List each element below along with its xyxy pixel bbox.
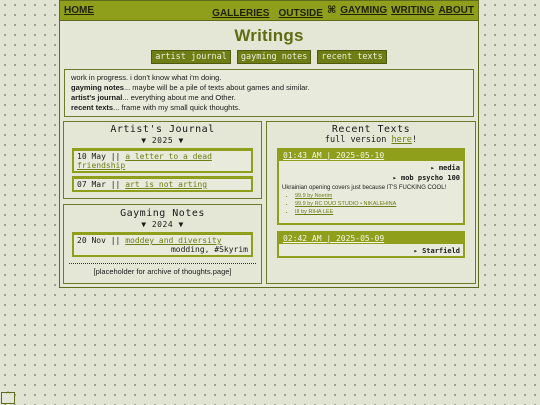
- tab-artist-journal[interactable]: artist journal: [151, 50, 231, 64]
- section-tabs: artist journal gayming notes recent text…: [60, 50, 478, 64]
- entry-link[interactable]: art is not arting: [125, 180, 207, 189]
- tab-recent-texts[interactable]: recent texts: [317, 50, 387, 64]
- intro-label: gayming notes: [71, 83, 124, 92]
- artists-journal-panel: Artist's Journal ▼ 2025 ▼ 10 May || a le…: [63, 121, 262, 199]
- recent-post: 01:43 AM | 2025-05-10 ▸ media ▸ mob psyc…: [277, 148, 465, 225]
- post-link[interactable]: III by RIHA LEE: [295, 209, 333, 215]
- nav-galleries[interactable]: GALLERIES: [212, 8, 269, 19]
- post-body: Ukrainian opening covers just because IT…: [282, 185, 447, 191]
- nav-outside[interactable]: OUTSIDE: [279, 8, 323, 19]
- intro-label: recent texts: [71, 103, 114, 112]
- panel-title: Recent Texts: [331, 124, 411, 135]
- intro-text: ... everything about me and Other.: [122, 93, 236, 102]
- placeholder-note: [placeholder for archive of thoughts.pag…: [93, 267, 232, 276]
- gayming-notes-panel: Gayming Notes ▼ 2024 ▼ 20 Nov || moddey …: [63, 204, 262, 284]
- intro-label: artist's journal: [71, 93, 123, 102]
- nav-writing[interactable]: WRITING: [391, 5, 434, 16]
- list-item: III by RIHA LEE: [295, 209, 463, 215]
- divider: [69, 263, 256, 264]
- entry-date: 07 Mar ||: [77, 180, 121, 189]
- command-icon: ⌘: [326, 5, 337, 16]
- full-version-link[interactable]: here: [391, 135, 411, 145]
- tab-gayming-notes[interactable]: gayming notes: [236, 50, 312, 64]
- panel-title: Artist's Journal: [110, 124, 215, 135]
- page-title: Writings: [234, 26, 304, 45]
- intro-line: work in progress. i don't know what i'm …: [71, 73, 222, 82]
- nav-gayming[interactable]: GAYMING: [340, 5, 387, 16]
- entry-tags: modding, #Skyrim: [170, 245, 248, 254]
- list-item: 99.9 by Noerim: [295, 193, 463, 199]
- intro-text: ... frame with my small quick thoughts.: [113, 103, 241, 112]
- page-container: HOME GALLERIES OUTSIDE ⌘ GAYMING WRITING…: [59, 0, 479, 288]
- year-toggle[interactable]: ▼ 2024 ▼: [64, 220, 261, 229]
- intro-box: work in progress. i don't know what i'm …: [64, 69, 474, 117]
- full-version-suffix: !: [411, 135, 418, 145]
- journal-entry: 10 May || a letter to a dead friendship: [72, 148, 253, 173]
- post-tag: ▸ mob psycho 100: [392, 174, 460, 182]
- journal-entry: 07 Mar || art is not arting: [72, 176, 253, 192]
- post-timestamp[interactable]: 02:42 AM | 2025-05-09: [279, 233, 463, 244]
- post-tag: ▸ media: [430, 164, 460, 172]
- intro-text: ... maybe will be a pile of texts about …: [123, 83, 310, 92]
- notes-entry: 20 Nov || moddey and diversity modding, …: [72, 232, 253, 257]
- post-link[interactable]: 99.9 by RC DUO STUDIO • NIKALEHINA: [295, 201, 396, 207]
- nav-home[interactable]: HOME: [64, 5, 94, 16]
- entry-date: 20 Nov ||: [77, 236, 121, 245]
- post-tag: ▸ Starfield: [413, 247, 460, 255]
- post-timestamp[interactable]: 01:43 AM | 2025-05-10: [279, 150, 463, 161]
- scroll-top-icon[interactable]: ^: [1, 392, 15, 404]
- entry-date: 10 May ||: [77, 152, 121, 161]
- entry-link[interactable]: moddey and diversity: [125, 236, 221, 245]
- post-link[interactable]: 99.9 by Noerim: [295, 193, 332, 199]
- recent-texts-panel: Recent Texts full version here! 01:43 AM…: [266, 121, 476, 284]
- nav-about[interactable]: ABOUT: [438, 5, 474, 16]
- full-version-text: full version: [324, 135, 392, 145]
- year-toggle[interactable]: ▼ 2025 ▼: [64, 136, 261, 145]
- list-item: 99.9 by RC DUO STUDIO • NIKALEHINA: [295, 201, 463, 207]
- recent-post: 02:42 AM | 2025-05-09 ▸ Starfield: [277, 231, 465, 258]
- panel-title: Gayming Notes: [120, 208, 205, 219]
- post-links: 99.9 by Noerim 99.9 by RC DUO STUDIO • N…: [295, 193, 463, 215]
- full-version-line: full version here!: [267, 135, 475, 145]
- top-nav: HOME GALLERIES OUTSIDE ⌘ GAYMING WRITING…: [60, 1, 478, 21]
